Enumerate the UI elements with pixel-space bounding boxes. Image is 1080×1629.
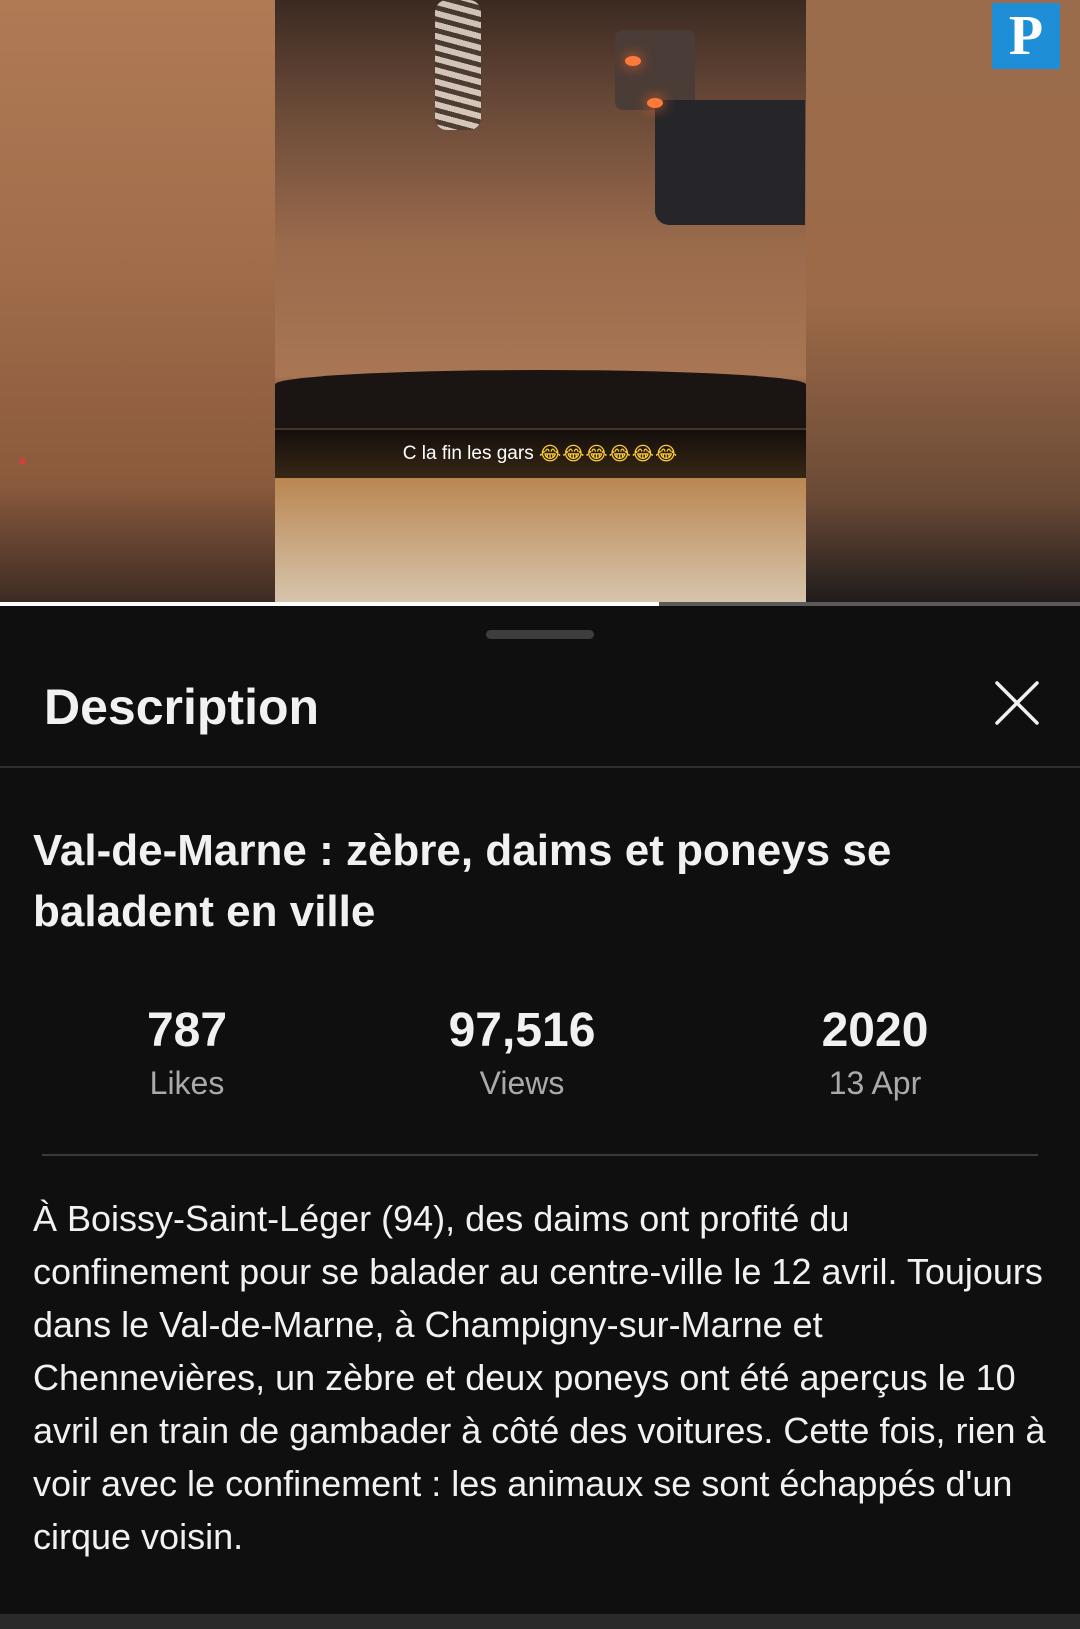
stat-likes: 787 Likes [37,1003,337,1102]
video-dashboard [275,370,806,428]
drag-handle[interactable] [486,630,594,639]
stat-value: 787 [146,1004,228,1057]
video-caption-bar: C la fin les gars 😂😂😂😂😂😂 [275,430,806,478]
sheet-title: Description [44,679,320,735]
stat-label: Views [479,1065,565,1101]
video-frame: C la fin les gars 😂😂😂😂😂😂 [275,0,806,606]
video-stats: 787 Likes 97,516 Views 2020 13 Apr [0,1003,1080,1113]
sheet-header: Description [0,644,1080,768]
video-progress-bar[interactable] [0,602,1080,606]
red-dot [20,459,25,464]
stat-label: Likes [149,1065,225,1101]
close-button[interactable] [984,670,1050,736]
channel-logo: P [992,3,1060,69]
video-caption: C la fin les gars [402,443,534,464]
bottom-strip [0,1614,1080,1629]
stat-date: 2020 13 Apr [725,1003,1025,1102]
video-zebra [435,0,481,130]
stat-views: 97,516 Views [372,1003,672,1102]
video-blur-left [0,0,275,606]
video-player[interactable]: C la fin les gars 😂😂😂😂😂😂 P [0,0,1080,606]
video-tail-light [625,56,641,66]
stat-label: 13 Apr [828,1065,922,1101]
divider [42,1154,1038,1156]
video-progress-fill [0,602,659,606]
description-text: À Boissy-Saint-Léger (94), des daims ont… [33,1198,1046,1557]
video-tail-light [647,98,663,108]
description-sheet: Description Val-de-Marne : zèbre, daims … [0,608,1080,1629]
video-caption-emoji: 😂😂😂😂😂😂 [539,443,679,465]
stat-value: 2020 [821,1004,929,1057]
close-icon [995,681,1039,725]
video-car [655,100,805,225]
video-blur-right [806,0,1080,606]
stat-value: 97,516 [448,1004,596,1057]
video-title: Val-de-Marne : zèbre, daims et poneys se… [33,826,892,936]
